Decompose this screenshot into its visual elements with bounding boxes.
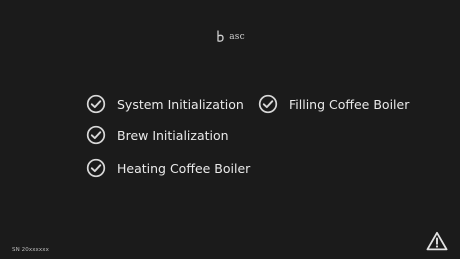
brand-text: asc <box>229 31 245 42</box>
status-label: System Initialization <box>117 96 244 112</box>
status-item-system-initialization: System Initialization <box>86 93 244 115</box>
warning-button[interactable] <box>426 231 448 251</box>
brand-logo: asc <box>215 30 245 43</box>
brand-logo-icon <box>217 30 224 42</box>
status-label: Filling Coffee Boiler <box>289 96 410 112</box>
brand-header: asc <box>0 30 460 46</box>
check-circle-icon <box>86 125 106 145</box>
status-label: Brew Initialization <box>117 127 229 143</box>
status-item-heating-coffee-boiler: Heating Coffee Boiler <box>86 157 250 179</box>
status-item-filling-coffee-boiler: Filling Coffee Boiler <box>258 93 409 115</box>
status-item-brew-initialization: Brew Initialization <box>86 124 229 146</box>
check-circle-icon <box>86 94 106 114</box>
status-label: Heating Coffee Boiler <box>117 160 251 176</box>
serial-number: SN 20xxxxxx <box>12 247 49 253</box>
check-circle-icon <box>86 158 106 178</box>
warning-icon <box>426 231 448 251</box>
check-circle-icon <box>258 94 278 114</box>
startup-screen: asc System Initialization Brew Initializ… <box>0 0 460 259</box>
